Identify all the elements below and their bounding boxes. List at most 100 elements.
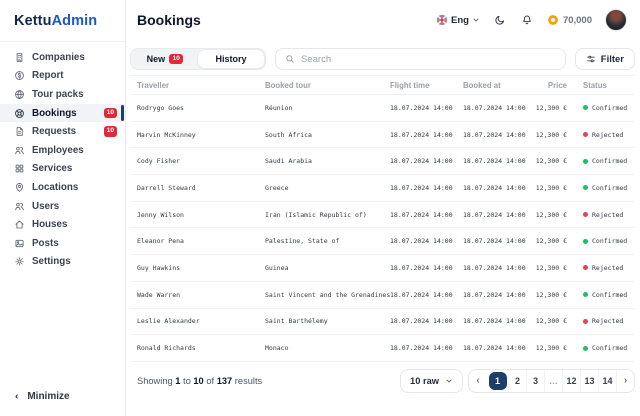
cell-traveller: Leslie Alexander (137, 317, 265, 325)
gear-icon (13, 256, 25, 268)
cell-tour: Guinea (265, 264, 390, 272)
document-icon (13, 126, 25, 138)
sidebar-item-label: Settings (32, 256, 71, 267)
chevron-right-icon: › (624, 376, 627, 386)
tab-new-label: New (147, 54, 166, 64)
language-selector[interactable]: Eng (436, 14, 480, 26)
table-row[interactable]: Eleanor PenaPalestine, State of18.07.202… (130, 228, 635, 255)
cell-price: 12,300 € (533, 344, 567, 352)
table-row[interactable]: Cody FisherSaudi Arabia18.07.2024 14:001… (130, 148, 635, 175)
moon-icon (494, 14, 506, 26)
cell-status: Rejected (567, 211, 635, 219)
pager-page-13[interactable]: 13 (580, 370, 598, 392)
cell-flight_time: 18.07.2024 14:00 (390, 344, 463, 352)
balance-display[interactable]: 70,000 (547, 14, 592, 26)
status-label: Rejected (592, 264, 623, 272)
table-row[interactable]: Marvin McKinneySouth Africa18.07.2024 14… (130, 122, 635, 149)
pager-page-3[interactable]: 3 (526, 370, 544, 392)
table-row[interactable]: Jenny WilsonIran (Islamic Republic of)18… (130, 202, 635, 229)
building-icon (13, 51, 25, 63)
status-label: Confirmed (592, 237, 627, 245)
chevron-left-icon: ‹ (15, 392, 18, 402)
cell-traveller: Ronald Richards (137, 344, 265, 352)
cell-booked_at: 18.07.2024 14:00 (463, 264, 533, 272)
sidebar-item-users[interactable]: Users (0, 197, 125, 216)
image-icon (13, 237, 25, 249)
sidebar-item-locations[interactable]: Locations (0, 178, 125, 197)
cell-price: 12,300 € (533, 317, 567, 325)
lifebuoy-icon (13, 107, 25, 119)
cell-booked_at: 18.07.2024 14:00 (463, 291, 533, 299)
tab-history-label: History (215, 54, 246, 64)
cell-status: Rejected (567, 131, 635, 139)
balance-amount: 70,000 (563, 15, 592, 26)
sidebar-item-houses[interactable]: Houses (0, 215, 125, 234)
cell-booked_at: 18.07.2024 14:00 (463, 211, 533, 219)
sidebar-item-label: Houses (32, 219, 67, 230)
cell-status: Confirmed (567, 344, 635, 352)
pager-page-1[interactable]: 1 (489, 372, 507, 390)
table-row[interactable]: Leslie AlexanderSaint Barthélemy18.07.20… (130, 309, 635, 336)
pager-page-2[interactable]: 2 (508, 370, 526, 392)
sidebar-item-label: Requests (32, 126, 76, 137)
user-avatar[interactable] (605, 9, 627, 31)
status-dot-icon (583, 185, 588, 190)
filter-label: Filter (601, 54, 624, 65)
status-dot-icon (583, 159, 588, 164)
pager-page-12[interactable]: 12 (562, 370, 580, 392)
table-row[interactable]: Guy HawkinsGuinea18.07.2024 14:0018.07.2… (130, 255, 635, 282)
pager-next-button[interactable]: › (616, 370, 634, 392)
cell-booked_at: 18.07.2024 14:00 (463, 131, 533, 139)
notifications-button[interactable] (520, 13, 534, 27)
cell-flight_time: 18.07.2024 14:00 (390, 104, 463, 112)
cell-price: 12,300 € (533, 291, 567, 299)
pager-ellipsis: … (544, 370, 562, 392)
minimize-button[interactable]: ‹ Minimize (0, 391, 125, 416)
status-dot-icon (583, 239, 588, 244)
status-dot-icon (583, 346, 588, 351)
tab-history[interactable]: History (198, 50, 264, 68)
tab-new[interactable]: New 10 (132, 50, 198, 68)
column-header-price: Price (533, 81, 567, 90)
table-row[interactable]: Darrell StewardGreece18.07.2024 14:0018.… (130, 175, 635, 202)
sidebar-item-services[interactable]: Services (0, 160, 125, 179)
people-icon (13, 144, 25, 156)
tab-switcher: New 10 History (130, 48, 266, 70)
sidebar-item-settings[interactable]: Settings (0, 253, 125, 272)
filter-button[interactable]: Filter (575, 48, 635, 70)
sidebar-item-employees[interactable]: Employees (0, 141, 125, 160)
table-row[interactable]: Rodrygo GoesRéunion18.07.2024 14:0018.07… (130, 95, 635, 122)
table-row[interactable]: Wade WarrenSaint Vincent and the Grenadi… (130, 282, 635, 309)
sidebar-item-requests[interactable]: Requests10 (0, 122, 125, 141)
pager-page-14[interactable]: 14 (598, 370, 616, 392)
showing-to-label: to (183, 376, 191, 386)
cell-flight_time: 18.07.2024 14:00 (390, 237, 463, 245)
sidebar-item-report[interactable]: Report (0, 67, 125, 86)
sidebar-item-tour-packs[interactable]: Tour packs (0, 85, 125, 104)
cell-flight_time: 18.07.2024 14:00 (390, 211, 463, 219)
brand-logo: KettuAdmin (0, 0, 125, 42)
app-window: KettuAdmin CompaniesReportTour packsBook… (0, 0, 640, 416)
status-label: Confirmed (592, 184, 627, 192)
cell-status: Confirmed (567, 291, 635, 299)
sidebar-item-bookings[interactable]: Bookings10 (0, 104, 125, 123)
cell-booked_at: 18.07.2024 14:00 (463, 157, 533, 165)
sidebar-item-companies[interactable]: Companies (0, 48, 125, 67)
location-pin-icon (13, 181, 25, 193)
chevron-down-icon (445, 377, 453, 385)
rows-per-page-select[interactable]: 10 raw (400, 369, 463, 393)
cell-price: 12,300 € (533, 211, 567, 219)
pagination: ‹123…121314› (468, 369, 635, 393)
topbar-actions: Eng 70,000 (436, 9, 627, 31)
cell-booked_at: 18.07.2024 14:00 (463, 237, 533, 245)
search-input[interactable] (301, 54, 556, 65)
chevron-left-icon: ‹ (476, 376, 479, 386)
pager-prev-button[interactable]: ‹ (469, 370, 487, 392)
search-box (275, 48, 566, 70)
column-header-booked-at: Booked at (463, 81, 533, 90)
cell-traveller: Guy Hawkins (137, 264, 265, 272)
dark-mode-toggle[interactable] (493, 13, 507, 27)
sidebar-item-posts[interactable]: Posts (0, 234, 125, 253)
table-row[interactable]: Ronald RichardsMonaco18.07.2024 14:0018.… (130, 335, 635, 362)
cell-tour: Réunion (265, 104, 390, 112)
